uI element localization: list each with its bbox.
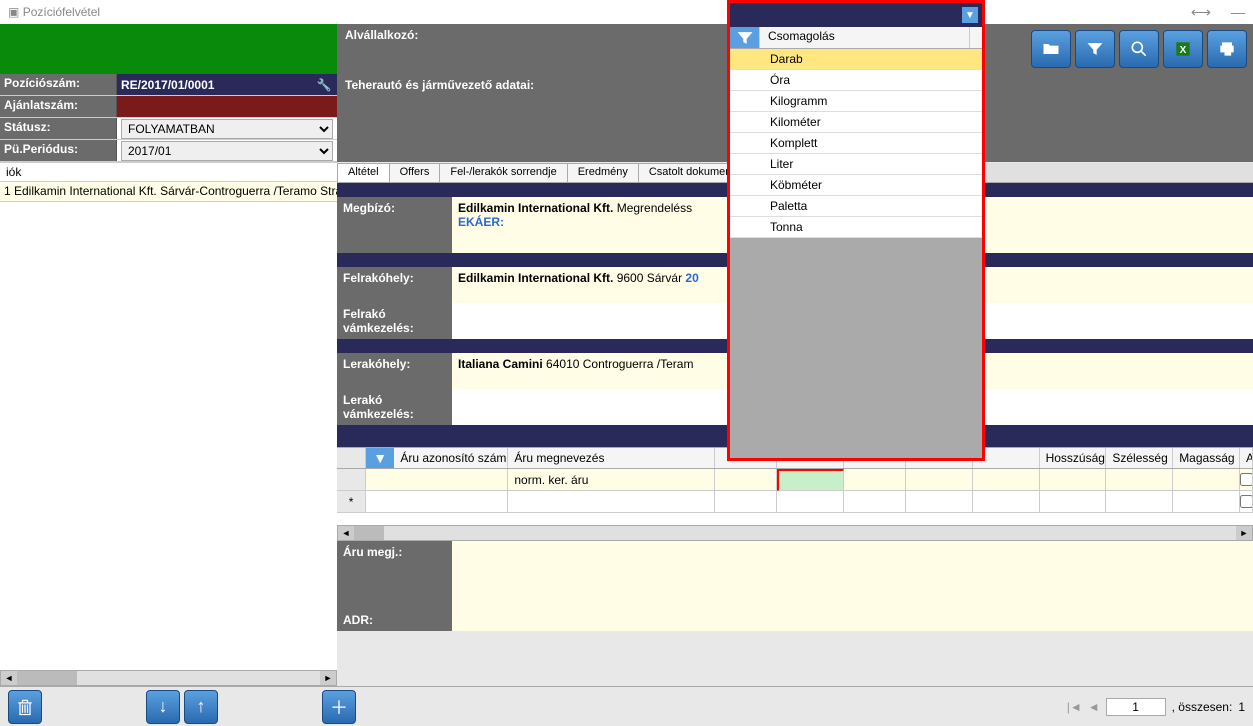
minimize-icon[interactable]: — xyxy=(1231,4,1245,20)
page-total-label: , összesen: xyxy=(1172,700,1233,714)
tab-altetel[interactable]: Altétel xyxy=(337,163,390,182)
period-label: Pü.Periódus: xyxy=(0,140,117,161)
offer-label: Ajánlatszám: xyxy=(0,96,117,117)
dropdown-item-kilometer[interactable]: Kilométer xyxy=(730,112,982,133)
export-excel-button[interactable]: X xyxy=(1163,30,1203,68)
svg-text:X: X xyxy=(1180,45,1187,56)
cell-aruname[interactable]: norm. ker. áru xyxy=(508,469,715,491)
new-row-marker: * xyxy=(337,491,366,513)
lerako-value: Italiana Camini xyxy=(458,357,543,371)
dropdown-item-paletta[interactable]: Paletta xyxy=(730,196,982,217)
dropdown-header[interactable]: Csomagolás xyxy=(760,27,970,48)
tab-offers[interactable]: Offers xyxy=(389,163,441,182)
arumegj-value[interactable] xyxy=(452,541,1253,609)
adr-checkbox[interactable] xyxy=(1240,473,1253,486)
lerako-addr: 64010 Controguerra /Teram xyxy=(546,357,693,371)
wrench-icon[interactable]: 🔧 xyxy=(315,76,333,94)
col-adr[interactable]: ADR xyxy=(1240,448,1253,468)
dropdown-item-tonna[interactable]: Tonna xyxy=(730,217,982,238)
grid-filter-icon[interactable]: ▼ xyxy=(366,448,394,468)
megbizo-extra: Megrendeléss xyxy=(617,201,692,215)
dropdown-item-kilogramm[interactable]: Kilogramm xyxy=(730,91,982,112)
col-aruname[interactable]: Áru megnevezés xyxy=(508,448,715,468)
status-color-block xyxy=(0,24,337,74)
dropdown-item-kobmeter[interactable]: Köbméter xyxy=(730,175,982,196)
grid-new-row[interactable]: * xyxy=(337,491,1253,513)
filter-button[interactable] xyxy=(1075,30,1115,68)
grid-row[interactable]: norm. ker. áru xyxy=(337,469,1253,491)
delete-button[interactable] xyxy=(8,690,42,724)
dropdown-item-darab[interactable]: Darab xyxy=(730,49,982,70)
page-prev-icon[interactable]: ◄ xyxy=(1088,700,1100,714)
app-icon: ▣ xyxy=(8,5,19,19)
felrako-label: Felrakóhely: xyxy=(337,267,452,303)
page-total: 1 xyxy=(1238,700,1245,714)
position-value: RE/2017/01/0001 xyxy=(121,78,214,92)
lerakovam-label: Lerakó vámkezelés: xyxy=(337,389,452,425)
dropdown-filter-icon[interactable] xyxy=(730,27,760,48)
adr-value[interactable] xyxy=(452,609,1253,631)
dropdown-item-ora[interactable]: Óra xyxy=(730,70,982,91)
adr-checkbox-new[interactable] xyxy=(1240,495,1253,508)
megbizo-label: Megbízó: xyxy=(337,197,452,253)
move-down-button[interactable]: ↓ xyxy=(146,690,180,724)
open-folder-button[interactable] xyxy=(1031,30,1071,68)
col-hossz[interactable]: Hosszúság xyxy=(1040,448,1107,468)
position-label: Pozíciószám: xyxy=(0,74,117,95)
tab-sorrend[interactable]: Fel-/lerakók sorrendje xyxy=(439,163,567,182)
truck-label: Teherautó és járművezető adatai: xyxy=(345,78,534,92)
col-aruid[interactable]: Áru azonosító szám xyxy=(394,448,508,468)
adr-label: ADR: xyxy=(337,609,452,631)
period-select[interactable]: 2017/01 xyxy=(121,141,333,161)
dropdown-arrow-icon[interactable]: ▼ xyxy=(962,7,978,23)
offer-value[interactable] xyxy=(117,96,337,117)
arumegj-label: Áru megj.: xyxy=(337,541,452,609)
left-list-row[interactable]: 1 Edilkamin International Kft. Sárvár-Co… xyxy=(0,182,337,202)
status-select[interactable]: FOLYAMATBAN xyxy=(121,119,333,139)
felrako-value: Edilkamin International Kft. xyxy=(458,271,613,285)
felrako-link[interactable]: 20 xyxy=(685,271,698,285)
active-editing-cell[interactable] xyxy=(777,469,844,491)
row-selector-header xyxy=(337,448,366,468)
col-szel[interactable]: Szélesség xyxy=(1106,448,1173,468)
move-up-button[interactable]: ↑ xyxy=(184,690,218,724)
left-scrollbar[interactable]: ◄► xyxy=(0,670,337,686)
ekaer-link[interactable]: EKÁER: xyxy=(458,215,504,229)
felrakovam-label: Felrakó vámkezelés: xyxy=(337,303,452,339)
left-list-header: iók xyxy=(0,162,337,182)
col-mag[interactable]: Magasság xyxy=(1173,448,1240,468)
print-button[interactable] xyxy=(1207,30,1247,68)
dropdown-item-komplett[interactable]: Komplett xyxy=(730,133,982,154)
packaging-dropdown[interactable]: ▼ Csomagolás Darab Óra Kilogramm Kilomét… xyxy=(727,0,985,461)
status-label: Státusz: xyxy=(0,118,117,139)
page-input[interactable] xyxy=(1106,698,1166,716)
add-button[interactable]: ＋ xyxy=(322,690,356,724)
window-title: Pozíciófelvétel xyxy=(23,5,100,19)
dropdown-item-liter[interactable]: Liter xyxy=(730,154,982,175)
subcontractor-label: Alvállalkozó: xyxy=(345,28,719,42)
tab-eredmeny[interactable]: Eredmény xyxy=(567,163,639,182)
lerako-label: Lerakóhely: xyxy=(337,353,452,389)
felrako-addr: 9600 Sárvár xyxy=(617,271,682,285)
grid-scrollbar[interactable]: ◄► xyxy=(337,525,1253,541)
resize-icon[interactable]: ⟷ xyxy=(1191,4,1211,21)
page-first-icon[interactable]: |◄ xyxy=(1067,700,1082,714)
search-button[interactable] xyxy=(1119,30,1159,68)
megbizo-value: Edilkamin International Kft. xyxy=(458,201,613,215)
